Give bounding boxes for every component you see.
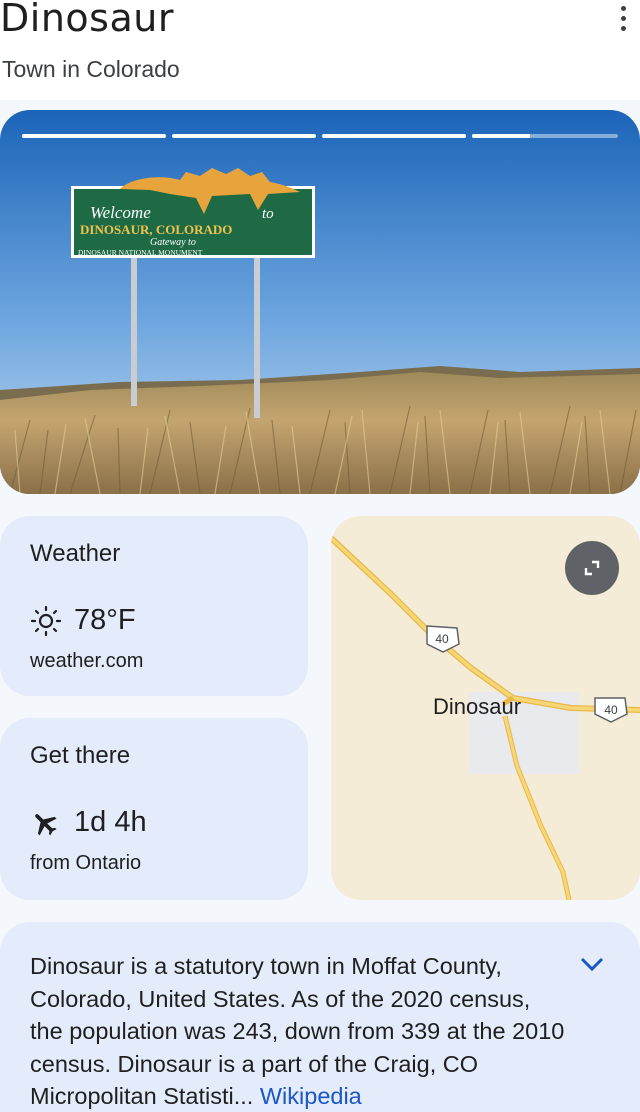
weather-heading: Weather: [30, 540, 121, 567]
sun-icon: [30, 605, 62, 636]
chevron-down-icon[interactable]: [578, 954, 606, 976]
sign-town-text: DINOSAUR, COLORADO: [80, 222, 232, 237]
description-text-block: Dinosaur is a statutory town in Moffat C…: [30, 950, 565, 1112]
weather-card[interactable]: Weather 78°F weather.com: [0, 516, 308, 696]
more-vert-icon[interactable]: [612, 0, 634, 38]
map-place-label: Dinosaur: [433, 694, 522, 719]
map-card[interactable]: 40 40 Dinosaur: [331, 516, 640, 900]
story-progress-3: [322, 134, 466, 138]
route-shield-1-text: 40: [435, 632, 449, 646]
description-card[interactable]: Dinosaur is a statutory town in Moffat C…: [0, 922, 640, 1112]
expand-glyph-icon: [584, 560, 600, 576]
weather-source: weather.com: [30, 650, 144, 672]
description-ellipsis: ...: [233, 1083, 254, 1109]
route-shield-2-text: 40: [604, 703, 618, 717]
airplane-icon: [35, 813, 57, 835]
story-progress-4: [472, 134, 618, 138]
sign-gateway-text: Gateway to: [150, 237, 196, 248]
sign-to-text: to: [262, 206, 274, 222]
get-there-card[interactable]: Get there 1d 4h from Ontario: [0, 718, 308, 900]
sign-welcome-text: Welcome: [90, 203, 151, 222]
story-progress-2: [172, 134, 316, 138]
wikipedia-link[interactable]: Wikipedia: [260, 1083, 362, 1109]
story-progress-1: [22, 134, 166, 138]
page-subtitle: Town in Colorado: [2, 56, 180, 82]
story-progress-fill-2: [172, 134, 316, 138]
get-there-heading: Get there: [30, 742, 131, 769]
expand-icon[interactable]: [565, 541, 619, 595]
header: Dinosaur Town in Colorado: [0, 0, 640, 100]
get-there-origin: from Ontario: [30, 852, 142, 874]
page-title: Dinosaur: [0, 0, 174, 40]
hero-image[interactable]: Welcome to DINOSAUR, COLORADO Gateway to…: [0, 110, 640, 494]
sign-monument-text: DINOSAUR NATIONAL MONUMENT: [78, 248, 203, 257]
weather-temperature-row: 78°F: [30, 604, 136, 637]
get-there-duration: 1d 4h: [74, 806, 147, 838]
story-progress-fill-4: [472, 134, 531, 138]
story-progress-fill-3: [322, 134, 466, 138]
story-progress-fill-1: [22, 134, 166, 138]
get-there-duration-row: 1d 4h: [30, 806, 147, 839]
weather-temperature: 78°F: [74, 604, 136, 636]
hero-photo: Welcome to DINOSAUR, COLORADO Gateway to…: [0, 110, 640, 494]
